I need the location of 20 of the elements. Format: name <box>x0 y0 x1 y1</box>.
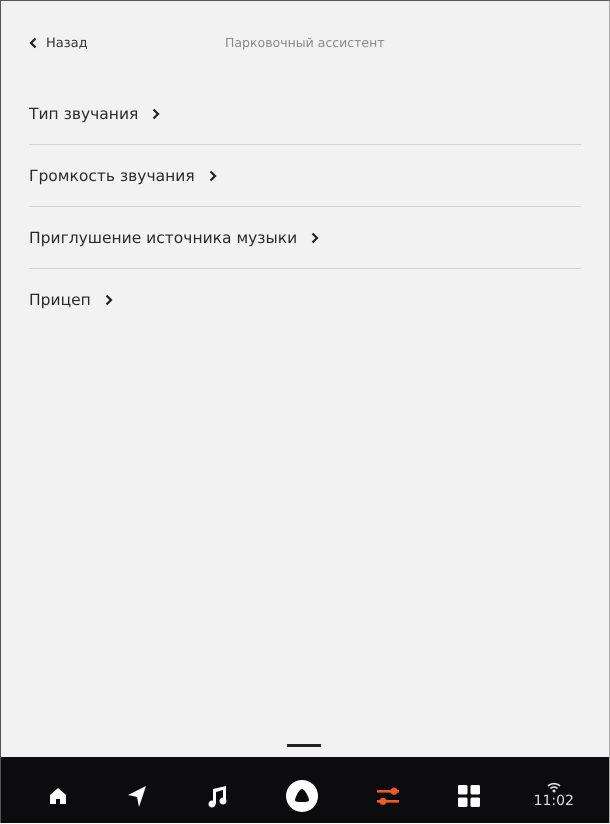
apps-grid-icon <box>458 785 480 807</box>
music-note-icon <box>206 784 228 808</box>
clock-time: 11:02 <box>534 792 574 808</box>
page-title: Парковочный ассистент <box>225 35 385 50</box>
navigation-arrow-icon <box>126 784 148 808</box>
menu-item[interactable]: Приглушение источника музыки <box>29 207 581 269</box>
sliders-icon <box>376 785 400 807</box>
chevron-icon <box>208 170 217 182</box>
back-button[interactable]: Назад <box>29 36 88 50</box>
chevron-icon <box>311 232 320 244</box>
menu-item[interactable]: Громкость звучания <box>29 145 581 207</box>
back-icon <box>29 37 37 49</box>
chevron-icon <box>152 108 160 120</box>
menu-item[interactable]: Тип звучания <box>29 83 581 145</box>
menu-item[interactable]: Прицеп <box>29 269 581 331</box>
wifi-icon <box>546 782 561 792</box>
home-icon <box>48 786 68 806</box>
drag-handle[interactable] <box>287 744 321 747</box>
chevron-icon <box>104 294 113 306</box>
assistant-icon <box>286 780 318 812</box>
